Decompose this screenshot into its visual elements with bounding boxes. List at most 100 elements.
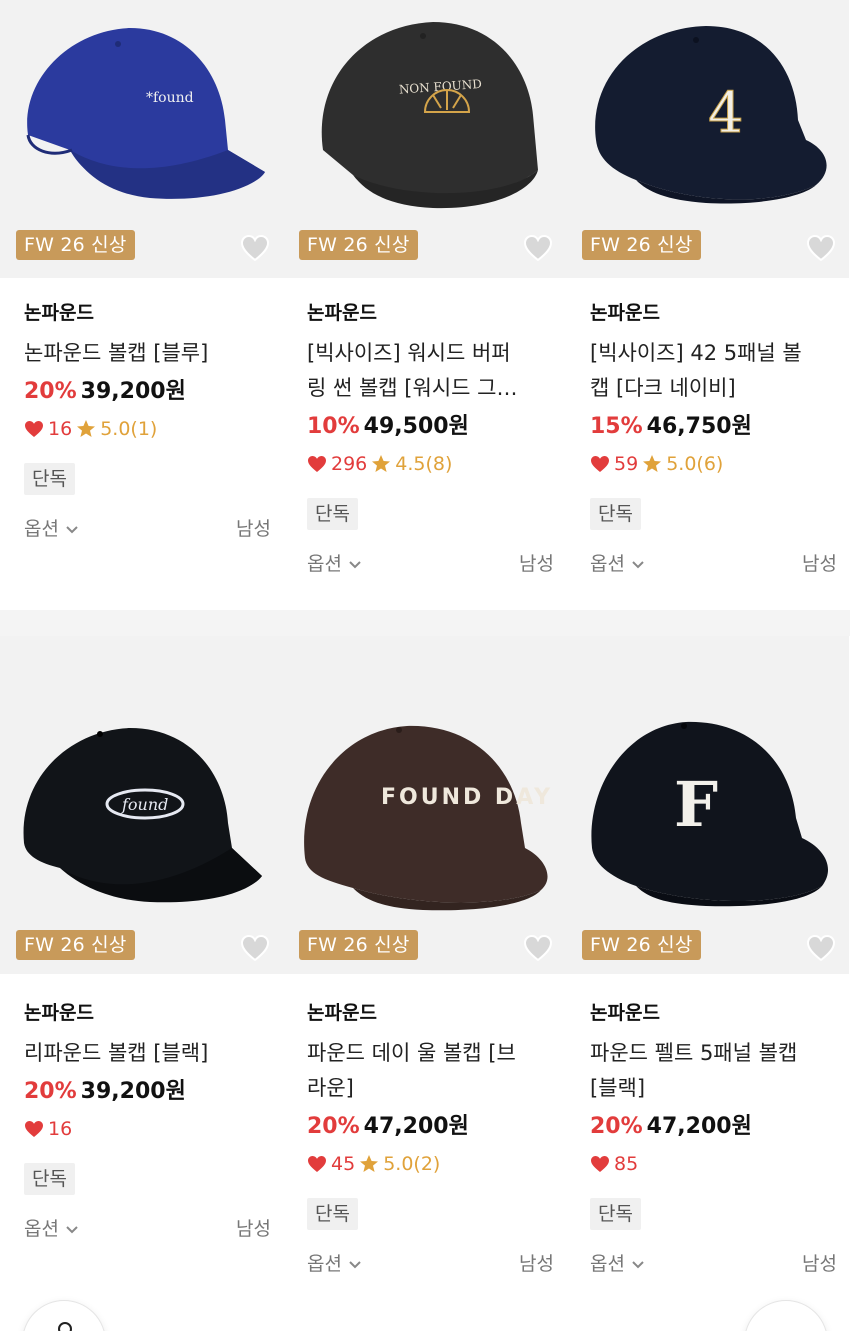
wishlist-heart-icon[interactable] (240, 234, 270, 262)
option-row: 옵션 남성 (307, 548, 554, 580)
option-toggle[interactable]: 옵션 (590, 553, 645, 575)
product-image[interactable]: NON FOUND FW 26 신상 (283, 0, 566, 278)
product-image[interactable]: found FW 26 신상 (0, 636, 283, 974)
floating-action-button-right[interactable] (744, 1300, 828, 1331)
product-image[interactable]: F FW 26 신상 (566, 636, 849, 974)
wishlist-heart-icon[interactable] (806, 234, 836, 262)
chevron-down-icon (632, 560, 644, 568)
discount-rate: 20% (24, 379, 77, 404)
brand-name[interactable]: 논파운드 (590, 298, 835, 328)
like-count: 45 (331, 1153, 356, 1175)
option-toggle[interactable]: 옵션 (590, 1253, 645, 1275)
option-toggle[interactable]: 옵션 (307, 553, 362, 575)
blue-cap-image: *found (26, 28, 265, 199)
brand-name[interactable]: 논파운드 (307, 298, 552, 328)
like-count: 16 (48, 418, 73, 440)
rating-score: 5.0(2) (383, 1153, 441, 1175)
chevron-down-icon (66, 1225, 78, 1233)
price-line: 20% 39,200원 (24, 1073, 269, 1111)
brand-name[interactable]: 논파운드 (307, 998, 552, 1028)
product-title-line: 논파운드 볼캡 [블루] (24, 341, 209, 365)
floating-action-button-left[interactable] (22, 1300, 106, 1331)
new-arrival-badge: FW 26 신상 (582, 230, 701, 260)
price-line: 20% 39,200원 (24, 373, 269, 411)
product-title-line: 캡 [다크 네이비] (590, 376, 736, 400)
product-title[interactable]: 파운드 펠트 5패널 볼캡 [블랙] (590, 1036, 835, 1106)
price-line: 15% 46,750원 (590, 408, 835, 446)
heart-icon (591, 456, 609, 472)
wishlist-heart-icon[interactable] (523, 934, 553, 962)
new-arrival-badge: FW 26 신상 (299, 930, 418, 960)
option-label: 옵션 (24, 1218, 59, 1240)
heart-icon (25, 421, 43, 437)
option-row: 옵션 남성 (590, 1248, 837, 1280)
heart-icon (591, 1156, 609, 1172)
product-meta: 85 (590, 1146, 835, 1182)
wishlist-heart-icon[interactable] (240, 934, 270, 962)
sale-price: 39,200원 (80, 1079, 186, 1104)
product-info: 논파운드 [빅사이즈] 42 5패널 볼 캡 [다크 네이비] 15% 46,75… (590, 298, 837, 580)
rating-score: 5.0(6) (666, 453, 724, 475)
option-toggle[interactable]: 옵션 (307, 1253, 362, 1275)
product-info: 논파운드 리파운드 볼캡 [블랙] 20% 39,200원 16 단독 옵션 남성 (24, 998, 271, 1245)
option-row: 옵션 남성 (307, 1248, 554, 1280)
like-count: 59 (614, 453, 639, 475)
product-title[interactable]: [빅사이즈] 42 5패널 볼 캡 [다크 네이비] (590, 336, 835, 406)
option-label: 옵션 (590, 553, 625, 575)
price-line: 10% 49,500원 (307, 408, 552, 446)
wishlist-heart-icon[interactable] (806, 934, 836, 962)
exclusive-tag: 단독 (24, 1163, 75, 1195)
brand-name[interactable]: 논파운드 (590, 998, 835, 1028)
discount-rate: 20% (24, 1079, 77, 1104)
navy-cap-image: 4 (595, 26, 827, 204)
product-title-line: 리파운드 볼캡 [블랙] (24, 1041, 209, 1065)
option-row: 옵션 남성 (590, 548, 837, 580)
sale-price: 47,200원 (646, 1114, 752, 1139)
option-toggle[interactable]: 옵션 (24, 518, 79, 540)
rating-score: 4.5(8) (395, 453, 453, 475)
rating-score: 5.0(1) (100, 418, 158, 440)
heart-icon (308, 456, 326, 472)
sale-price: 47,200원 (363, 1114, 469, 1139)
star-icon (372, 455, 391, 472)
product-title-line: 링 썬 볼캡 [워시드 그… (307, 376, 518, 400)
product-meta: 16 5.0(1) (24, 411, 269, 447)
like-count: 16 (48, 1118, 73, 1140)
price-line: 20% 47,200원 (590, 1108, 835, 1146)
product-image[interactable]: FOUND DAY FW 26 신상 (283, 636, 566, 974)
product-title-line: [블랙] (590, 1076, 646, 1100)
option-toggle[interactable]: 옵션 (24, 1218, 79, 1240)
product-image[interactable]: 4 FW 26 신상 (566, 0, 849, 278)
new-arrival-badge: FW 26 신상 (16, 930, 135, 960)
cap-logo-text: FOUND DAY (381, 785, 553, 810)
gender-label: 남성 (802, 1253, 837, 1275)
exclusive-tag: 단독 (307, 1198, 358, 1230)
product-image[interactable]: *found FW 26 신상 (0, 0, 283, 278)
option-label: 옵션 (590, 1253, 625, 1275)
fab-icon (58, 1322, 72, 1331)
product-meta: 16 (24, 1111, 269, 1147)
price-line: 20% 47,200원 (307, 1108, 552, 1146)
brown-cap-image: FOUND DAY (304, 725, 553, 911)
product-info: 논파운드 파운드 데이 울 볼캡 [브 라운] 20% 47,200원 45 5.… (307, 998, 554, 1280)
brand-name[interactable]: 논파운드 (24, 998, 269, 1028)
product-title[interactable]: 논파운드 볼캡 [블루] (24, 336, 269, 371)
chevron-down-icon (349, 1260, 361, 1268)
product-info: 논파운드 논파운드 볼캡 [블루] 20% 39,200원 16 5.0(1) 단… (24, 298, 271, 545)
product-title[interactable]: 파운드 데이 울 볼캡 [브 라운] (307, 1036, 552, 1106)
black-cap-image: found (23, 728, 263, 903)
product-title[interactable]: 리파운드 볼캡 [블랙] (24, 1036, 269, 1071)
product-grid-page: *found FW 26 신상 논파운드 논파운드 볼캡 [블루] 20% 39,… (0, 0, 850, 1331)
product-title-line: 라운] (307, 1076, 354, 1100)
wishlist-heart-icon[interactable] (523, 234, 553, 262)
gender-label: 남성 (236, 1218, 271, 1240)
like-count: 85 (614, 1153, 639, 1175)
like-count: 296 (331, 453, 368, 475)
brand-name[interactable]: 논파운드 (24, 298, 269, 328)
exclusive-tag: 단독 (590, 498, 641, 530)
product-info: 논파운드 [빅사이즈] 워시드 버퍼 링 썬 볼캡 [워시드 그… 10% 49,… (307, 298, 554, 580)
cap-logo-text: 4 (708, 81, 744, 146)
product-title[interactable]: [빅사이즈] 워시드 버퍼 링 썬 볼캡 [워시드 그… (307, 336, 552, 406)
star-icon (77, 420, 96, 437)
product-title-line: [빅사이즈] 워시드 버퍼 (307, 341, 511, 365)
